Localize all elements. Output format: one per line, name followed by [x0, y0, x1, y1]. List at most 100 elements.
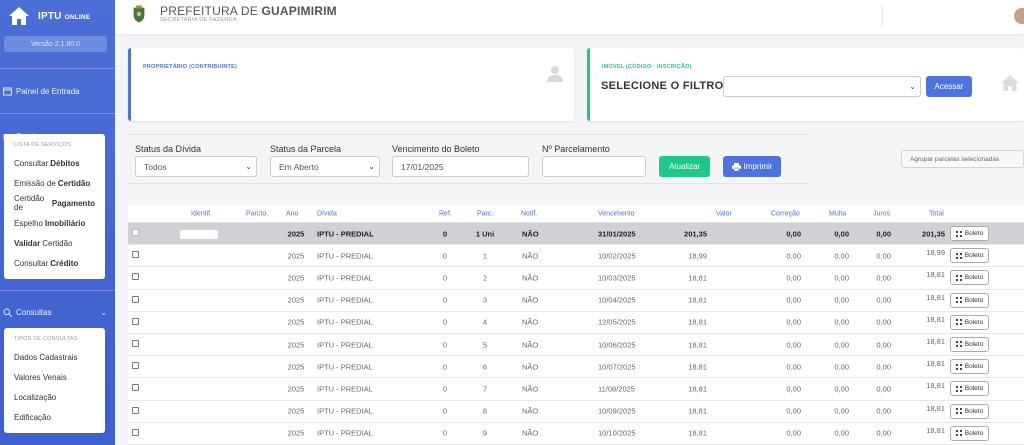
table-row: 2025 IPTU - PREDIAL 0 8 NÃO 10/09/2025 18,81 0,… — [128, 400, 1024, 423]
cell-divida: IPTU - PREDIAL — [317, 295, 373, 305]
nav-consultas[interactable]: Consultas ⌄ — [0, 302, 115, 322]
boleto-button[interactable]: Boleto — [950, 314, 989, 330]
row-checkbox[interactable] — [132, 406, 139, 414]
row-checkbox[interactable] — [132, 428, 139, 436]
print-icon — [731, 162, 741, 171]
col-multa: Multa — [829, 210, 847, 217]
submenu-item-emissao-certidao[interactable]: Emissão de Certidão — [4, 173, 105, 193]
col-total: Total — [929, 210, 944, 217]
cell-parc: 9 — [482, 428, 488, 438]
vencimento-label: Vencimento do Boleto — [392, 144, 480, 154]
col-valor: Valor — [716, 210, 732, 217]
cell-juros: 0,00 — [876, 340, 891, 350]
cell-valor: 18,99 — [688, 251, 707, 261]
cell-valor: 18,81 — [688, 317, 707, 327]
filters-bar: Status da Dívida Todos ⌄ Status da Parcel… — [128, 134, 808, 184]
parcelamento-input[interactable] — [542, 156, 646, 177]
boleto-button[interactable]: Boleto — [950, 359, 989, 375]
cell-correcao: 0,00 — [786, 428, 801, 438]
cell-vencimento: 10/09/2025 — [598, 406, 636, 416]
cell-vencimento: 11/08/2025 — [598, 384, 635, 394]
table-row: 2025 IPTU - PREDIAL 0 4 NÃO 12/05/2025 18,81 0,… — [128, 311, 1024, 334]
acessar-button[interactable]: Acessar — [926, 76, 972, 97]
col-ano: Ano — [286, 210, 299, 217]
row-checkbox[interactable] — [132, 295, 139, 303]
submenu-item-edificacao[interactable]: Edificação — [4, 407, 105, 427]
cell-total: 18,81 — [926, 336, 945, 346]
boleto-button[interactable]: Boleto — [950, 270, 989, 286]
home-icon — [1001, 75, 1019, 91]
boleto-button[interactable]: Boleto — [950, 425, 989, 441]
cell-ref: 0 — [442, 362, 448, 372]
cell-multa: 0,00 — [834, 428, 849, 438]
cell-correcao: 0,00 — [786, 340, 801, 350]
row-checkbox[interactable] — [132, 273, 139, 281]
submenu-item-dados-cadastrais[interactable]: Dados Cadastrais — [4, 347, 105, 367]
barcode-icon — [955, 341, 962, 348]
boleto-label: Boleto — [964, 230, 984, 237]
cell-multa: 0,00 — [834, 295, 849, 305]
submenu-header: LISTA DE SERVIÇOS — [14, 142, 71, 148]
row-checkbox[interactable] — [132, 384, 139, 392]
boleto-button[interactable]: Boleto — [950, 248, 989, 264]
submenu-item-valores-venais[interactable]: Valores Venais — [4, 367, 105, 387]
brand[interactable]: IPTU ONLINE — [0, 0, 115, 32]
filtro-select[interactable]: ⌄ — [723, 76, 921, 97]
col-juros: Juros — [873, 210, 891, 217]
home-icon — [9, 7, 29, 25]
cell-notif: NÃO — [522, 229, 539, 239]
nav-painel-entrada[interactable]: Painel de Entrada — [0, 81, 115, 101]
cell-valor: 18,81 — [688, 362, 707, 372]
boleto-button[interactable]: Boleto — [950, 226, 989, 241]
imprimir-label: Imprimir — [743, 162, 773, 171]
cell-divida: IPTU - PREDIAL — [317, 273, 373, 283]
page-subtitle: SECRETARIA DE FAZENDA — [160, 17, 237, 23]
proprietario-label: PROPRIETÁRIO (CONTRIBUINTE) — [143, 64, 238, 70]
search-icon — [3, 308, 12, 317]
submenu-item-consultar-debitos[interactable]: Consultar Débitos — [4, 153, 105, 173]
cell-notif: NÃO — [522, 251, 539, 261]
row-checkbox[interactable] — [132, 362, 139, 370]
cell-ano: 2025 — [287, 406, 305, 416]
cell-ano: 2025 — [287, 428, 305, 438]
cell-total: 18,99 — [926, 248, 945, 258]
table-row: 2025 IPTU - PREDIAL 0 3 NÃO 10/04/2025 18,81 0,… — [128, 289, 1024, 312]
table-row: 2025 IPTU - PREDIAL 0 6 NÃO 10/07/2025 18,81 0,… — [128, 356, 1024, 379]
cell-divida: IPTU - PREDIAL — [317, 317, 373, 327]
boleto-button[interactable]: Boleto — [950, 403, 989, 419]
boleto-button[interactable]: Boleto — [950, 292, 989, 308]
boleto-button[interactable]: Boleto — [950, 336, 989, 352]
cell-parc: 3 — [482, 295, 488, 305]
debitos-table: Identif. Parcto. Ano Dívida Ref. Parc. N… — [128, 205, 1024, 445]
submenu-item-certidao-pagamento[interactable]: Certidão de Pagamento — [4, 193, 105, 213]
version-badge: Versão 2.1.80.0 — [4, 36, 107, 52]
row-checkbox[interactable] — [132, 339, 139, 347]
vencimento-input[interactable]: 17/01/2025 — [392, 156, 529, 177]
status-parcela-select[interactable]: Em Aberto ⌄ — [270, 156, 380, 177]
submenu-item-consultar-credito[interactable]: Consultar Crédito — [4, 253, 105, 273]
status-divida-select[interactable]: Todos ⌄ — [135, 156, 257, 177]
cell-ano: 2025 — [287, 317, 305, 327]
cell-ano: 2025 — [287, 295, 305, 305]
cell-correcao: 0,00 — [786, 317, 801, 327]
cell-multa: 0,00 — [834, 384, 849, 394]
cell-multa: 0,00 — [834, 406, 849, 416]
submenu-item-espelho-imobiliario[interactable]: Espelho Imobiliário — [4, 213, 105, 233]
cell-total: 18,81 — [926, 359, 945, 369]
row-checkbox[interactable] — [132, 251, 139, 259]
submenu-item-localizacao[interactable]: Localização — [4, 387, 105, 407]
status-divida-label: Status da Dívida — [135, 144, 202, 154]
cell-divida: IPTU - PREDIAL — [317, 406, 373, 416]
imprimir-button[interactable]: Imprimir — [723, 156, 781, 177]
row-checkbox[interactable] — [132, 317, 139, 325]
cell-valor: 201,35 — [684, 229, 707, 239]
col-identif: Identif. — [191, 210, 213, 217]
submenu-item-validar-certidao[interactable]: Validar Certidão — [4, 233, 105, 253]
boleto-button[interactable]: Boleto — [950, 381, 989, 397]
row-checkbox[interactable] — [132, 229, 139, 236]
avatar[interactable] — [1014, 8, 1024, 24]
coat-of-arms-icon — [133, 5, 145, 23]
agrupar-button[interactable]: Agrupar parcelas selecionadas — [901, 150, 1024, 168]
cell-ano: 2025 — [287, 251, 305, 261]
atualizar-button[interactable]: Atualizar — [659, 156, 710, 177]
